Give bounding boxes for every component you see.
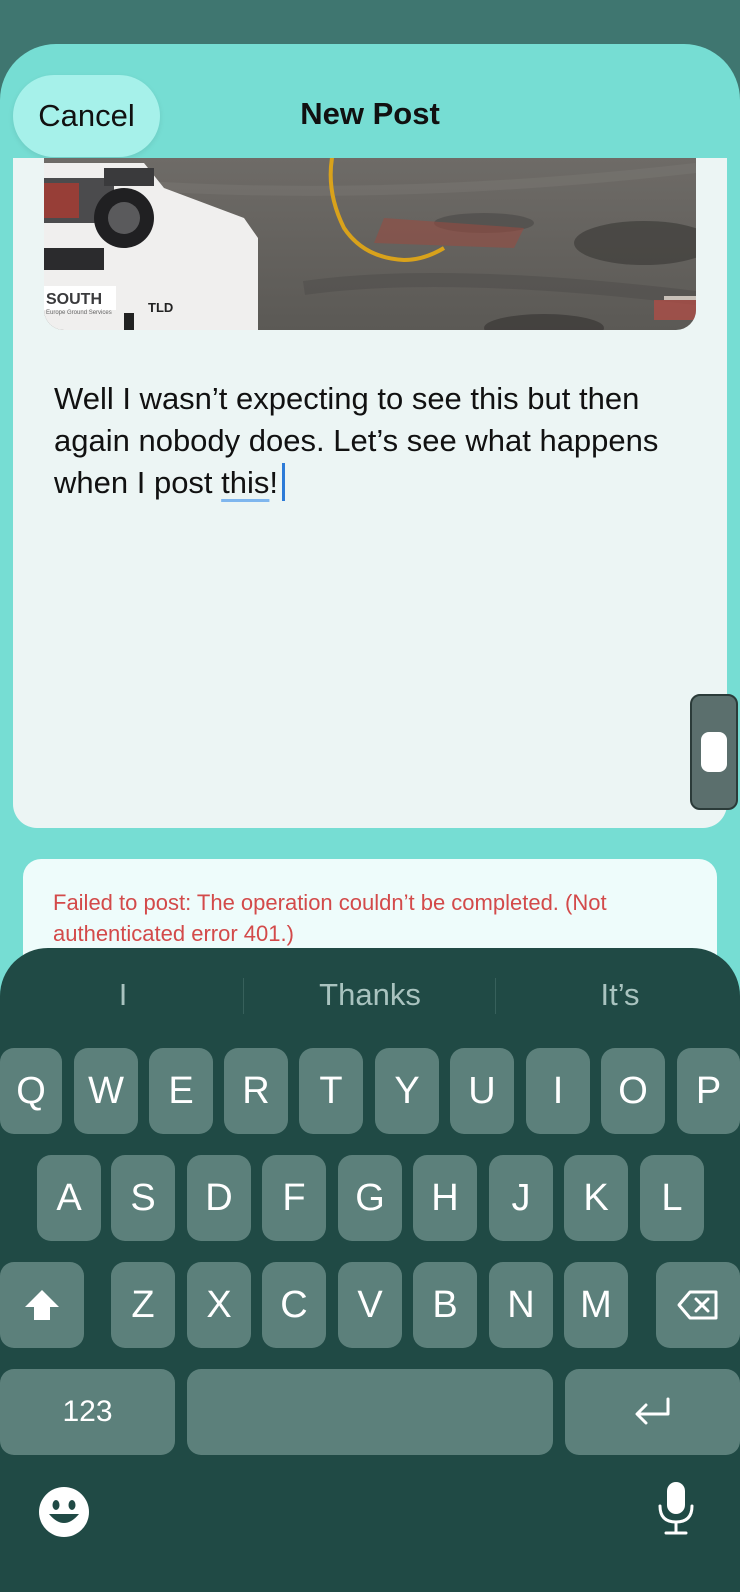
key-t[interactable]: T	[299, 1048, 363, 1134]
keyboard: I Thanks It’s Q W E R T Y U I O P A S D …	[0, 948, 740, 1592]
return-icon	[635, 1397, 669, 1425]
key-k[interactable]: K	[564, 1155, 628, 1241]
key-z[interactable]: Z	[111, 1262, 175, 1348]
post-text-field[interactable]: Well I wasn’t expecting to see this but …	[54, 378, 694, 504]
key-e[interactable]: E	[149, 1048, 213, 1134]
scroll-thumb[interactable]	[701, 732, 727, 772]
attached-photo[interactable]: SOUTH Europe Ground Services TLD	[44, 158, 696, 330]
suggestion-divider	[495, 978, 496, 1014]
key-f[interactable]: F	[262, 1155, 326, 1241]
error-message: Failed to post: The operation couldn’t b…	[53, 890, 607, 946]
cancel-button[interactable]: Cancel	[13, 75, 160, 157]
key-o[interactable]: O	[601, 1048, 665, 1134]
key-m[interactable]: M	[564, 1262, 628, 1348]
suggestion-bar: I Thanks It’s	[0, 970, 740, 1020]
page-title: New Post	[300, 96, 440, 131]
autocorrect-word[interactable]: this	[221, 465, 269, 500]
photo-image: SOUTH Europe Ground Services TLD	[44, 158, 696, 330]
key-p[interactable]: P	[677, 1048, 740, 1134]
scroll-handle[interactable]	[690, 694, 738, 810]
delete-key[interactable]	[656, 1262, 740, 1348]
truck-brand-text: SOUTH	[46, 291, 102, 308]
nav-bar: Cancel New Post	[0, 44, 740, 159]
truck-sub-text: Europe Ground Services	[46, 310, 112, 316]
key-i[interactable]: I	[526, 1048, 590, 1134]
microphone-icon	[658, 1482, 694, 1535]
key-n[interactable]: N	[489, 1262, 553, 1348]
suggestion-3[interactable]: It’s	[497, 970, 740, 1020]
key-j[interactable]: J	[489, 1155, 553, 1241]
key-w[interactable]: W	[74, 1048, 138, 1134]
key-d[interactable]: D	[187, 1155, 251, 1241]
backspace-icon	[677, 1290, 718, 1320]
key-g[interactable]: G	[338, 1155, 402, 1241]
post-text-main: Well I wasn’t expecting to see this but …	[54, 381, 659, 500]
key-v[interactable]: V	[338, 1262, 402, 1348]
key-x[interactable]: X	[187, 1262, 251, 1348]
key-l[interactable]: L	[640, 1155, 704, 1241]
emoji-icon	[39, 1487, 89, 1537]
key-u[interactable]: U	[450, 1048, 514, 1134]
emoji-button[interactable]	[38, 1486, 90, 1543]
suggestion-divider	[243, 978, 244, 1014]
vehicle-mark-text: TLD	[148, 300, 173, 315]
shift-key[interactable]	[0, 1262, 84, 1348]
shift-icon	[25, 1290, 59, 1320]
key-a[interactable]: A	[37, 1155, 101, 1241]
key-r[interactable]: R	[224, 1048, 288, 1134]
suggestion-2[interactable]: Thanks	[247, 970, 493, 1020]
dictation-button[interactable]	[656, 1480, 696, 1543]
key-h[interactable]: H	[413, 1155, 477, 1241]
return-key[interactable]	[565, 1369, 740, 1455]
numbers-key[interactable]: 123	[0, 1369, 175, 1455]
key-s[interactable]: S	[111, 1155, 175, 1241]
key-y[interactable]: Y	[375, 1048, 439, 1134]
key-b[interactable]: B	[413, 1262, 477, 1348]
key-q[interactable]: Q	[0, 1048, 62, 1134]
post-text-end: !	[269, 465, 279, 500]
post-composer-card: SOUTH Europe Ground Services TLD Well I …	[13, 158, 727, 828]
space-key[interactable]	[187, 1369, 553, 1455]
key-c[interactable]: C	[262, 1262, 326, 1348]
suggestion-1[interactable]: I	[0, 970, 246, 1020]
text-caret	[282, 463, 286, 501]
